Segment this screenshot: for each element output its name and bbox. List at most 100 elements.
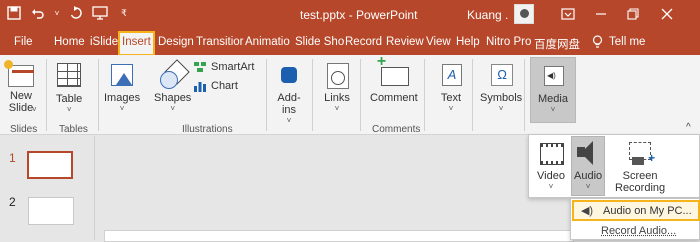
media-dropdown-icon: ˅	[550, 105, 556, 114]
tab-review[interactable]: Review	[386, 36, 424, 48]
restore-icon[interactable]	[622, 4, 644, 24]
title-separator: -	[348, 8, 353, 22]
ribbon-tabs: File Home iSlide Insert Design Transitio…	[0, 30, 700, 56]
text-label: Text	[440, 92, 462, 104]
collapse-ribbon-icon[interactable]: ^	[686, 122, 691, 133]
symbols-icon	[486, 61, 516, 89]
avatar[interactable]	[514, 4, 534, 24]
user-name[interactable]: Kuang .	[467, 8, 508, 22]
title-bar: ˅ ₹ test.pptx - PowerPoint Kuang .	[0, 0, 700, 30]
symbols-label: Symbols	[480, 92, 523, 104]
undo-dropdown-icon[interactable]: ˅	[54, 5, 60, 21]
speaker-icon	[574, 139, 602, 167]
tab-nitro-pro[interactable]: Nitro Pro	[486, 36, 531, 48]
audio-label: Audio	[574, 170, 603, 182]
shapes-label: Shapes	[154, 92, 192, 104]
new-slide-dropdown-icon[interactable]: ˅	[32, 105, 37, 114]
group-label-tables: Tables	[59, 124, 88, 135]
add-ins-button[interactable]: Add- ins ˅	[274, 61, 304, 125]
smartart-button[interactable]: SmartArt	[193, 61, 254, 73]
media-button[interactable]: Media ˅	[530, 57, 576, 123]
comment-button[interactable]: Comment	[370, 56, 418, 104]
links-icon	[322, 61, 352, 89]
group-separator	[360, 59, 361, 131]
tab-view[interactable]: View	[426, 36, 451, 48]
audio-on-my-pc-label: Audio on My PC...	[603, 204, 692, 217]
add-ins-label-2: ins	[281, 104, 297, 116]
save-icon[interactable]	[6, 5, 22, 21]
slide-thumbnail-2[interactable]	[28, 197, 74, 225]
table-button[interactable]: Table ˅	[56, 61, 82, 114]
table-dropdown-icon: ˅	[66, 105, 72, 114]
tab-home[interactable]: Home	[54, 36, 85, 48]
audio-on-my-pc-menu-item[interactable]: ◀) Audio on My PC...	[572, 200, 700, 221]
customize-qat-icon[interactable]: ₹	[116, 5, 132, 21]
group-separator	[524, 59, 525, 131]
slide-thumbnail-1[interactable]	[27, 151, 73, 179]
tab-design[interactable]: Design	[158, 36, 194, 48]
smartart-label: SmartArt	[211, 61, 255, 73]
links-dropdown-icon: ˅	[334, 104, 340, 113]
minimize-icon[interactable]	[590, 4, 612, 24]
tell-me-search[interactable]: Tell me	[592, 35, 645, 49]
tab-baidu-netdisk[interactable]: 百度网盘	[534, 36, 580, 52]
chart-icon	[194, 82, 206, 92]
video-dropdown-icon: ˅	[548, 182, 554, 191]
symbols-button[interactable]: Symbols ˅	[480, 61, 522, 113]
chart-button[interactable]: Chart	[193, 80, 238, 92]
group-separator	[472, 59, 473, 131]
screen-recording-label-1: Screen	[622, 170, 658, 182]
media-dropdown-menu: Video ˅ Audio ˅ + Screen Recording	[528, 134, 700, 198]
quick-access-toolbar: ˅ ₹	[6, 5, 132, 21]
table-label: Table	[56, 93, 83, 105]
new-slide-icon	[4, 60, 34, 87]
audio-button[interactable]: Audio ˅	[571, 136, 606, 196]
lightbulb-icon	[592, 35, 603, 48]
tab-file[interactable]: File	[14, 36, 33, 48]
insert-ribbon: New Slide ˅ Slides Table ˅ Tables Images…	[0, 55, 700, 135]
images-icon	[111, 64, 134, 86]
links-label: Links	[324, 92, 350, 104]
group-label-slides: Slides	[10, 124, 38, 135]
tab-transitions[interactable]: Transitior	[196, 36, 244, 48]
video-icon	[537, 139, 565, 167]
group-separator	[266, 59, 267, 131]
tab-insert[interactable]: Insert	[118, 31, 155, 56]
video-button[interactable]: Video ˅	[537, 139, 565, 191]
tab-slide-show[interactable]: Slide Sho	[295, 36, 344, 48]
shapes-button[interactable]: Shapes ˅	[154, 61, 191, 113]
undo-icon[interactable]	[30, 5, 46, 21]
table-icon	[57, 63, 82, 87]
shapes-icon	[158, 61, 188, 89]
tab-islide[interactable]: iSlide	[90, 36, 118, 48]
text-button[interactable]: Text ˅	[436, 61, 466, 113]
record-audio-menu-item[interactable]: Record Audio...	[573, 221, 699, 240]
group-label-illustrations: Illustrations	[182, 124, 233, 135]
links-button[interactable]: Links ˅	[322, 61, 352, 113]
slide-canvas[interactable]	[104, 230, 574, 242]
screen-recording-button[interactable]: + Screen Recording	[615, 139, 665, 194]
app-name-label: PowerPoint	[356, 8, 418, 22]
text-icon	[436, 61, 466, 89]
tab-animations[interactable]: Animatio	[245, 36, 290, 48]
record-audio-label: Record Audio...	[601, 224, 677, 237]
close-icon[interactable]	[656, 4, 678, 24]
images-button[interactable]: Images ˅	[104, 61, 140, 113]
ribbon-display-options-icon[interactable]	[557, 4, 579, 24]
slides-panel: 1 2	[0, 136, 95, 240]
new-slide-label-2: Slide	[8, 102, 34, 114]
presentation-icon[interactable]	[92, 5, 108, 21]
redo-icon[interactable]	[68, 5, 84, 21]
tab-help[interactable]: Help	[456, 36, 480, 48]
chart-label: Chart	[211, 80, 238, 92]
tab-record[interactable]: Record	[345, 36, 382, 48]
add-ins-label-1: Add-	[277, 92, 301, 104]
add-ins-dropdown-icon: ˅	[286, 116, 292, 125]
group-separator	[98, 59, 99, 131]
audio-dropdown-icon: ˅	[585, 182, 591, 191]
media-label: Media	[538, 93, 568, 105]
shapes-dropdown-icon: ˅	[170, 104, 175, 113]
group-label-comments: Comments	[372, 124, 421, 135]
slide-number: 2	[9, 195, 16, 209]
media-icon	[538, 62, 568, 90]
